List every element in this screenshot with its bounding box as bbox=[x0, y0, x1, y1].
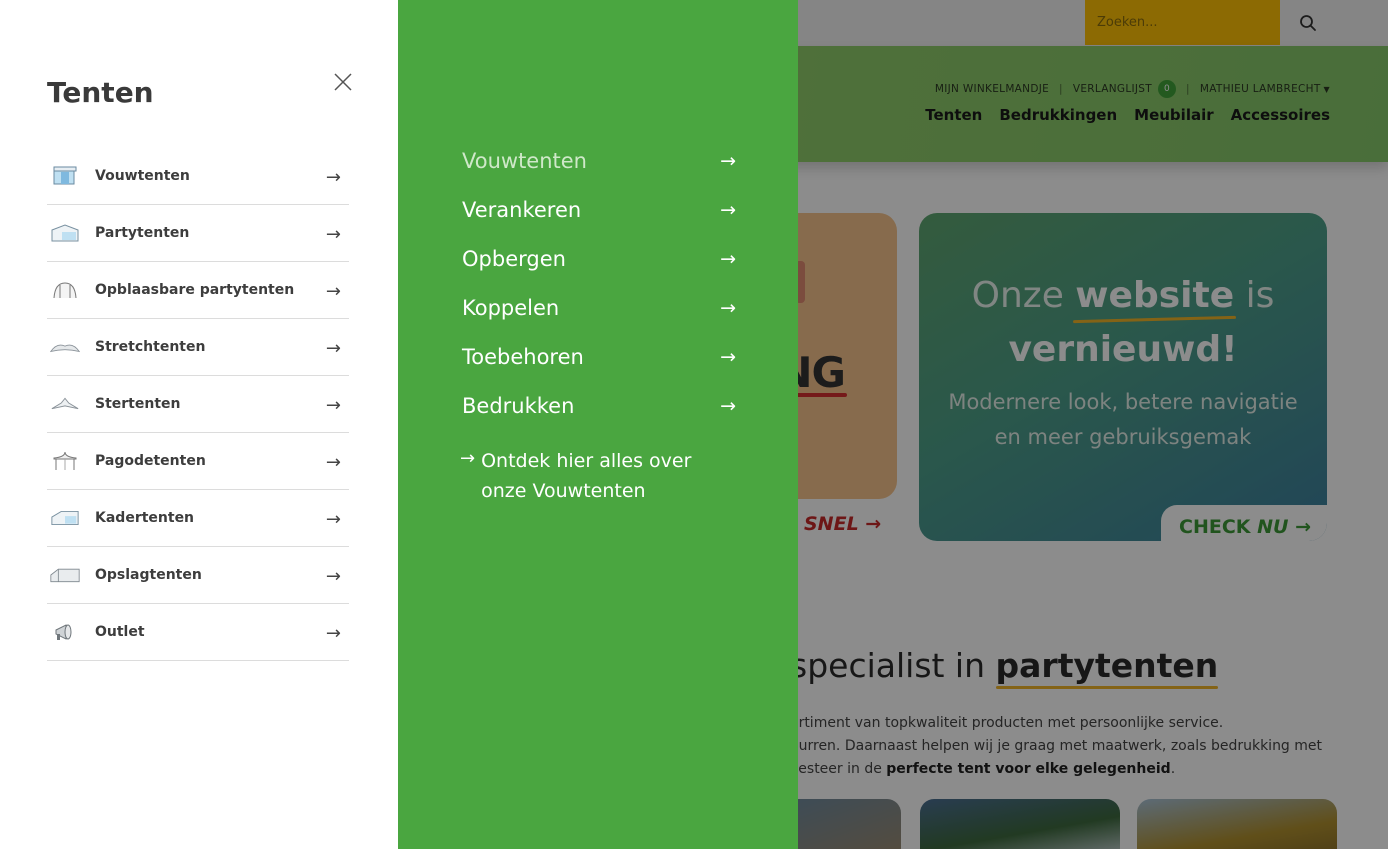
category-list: Vouwtenten → Partytenten → Opblaasbare p… bbox=[47, 148, 349, 661]
submenu-item-opbergen[interactable]: Opbergen → bbox=[462, 234, 736, 283]
close-button[interactable] bbox=[330, 69, 356, 95]
arrow-right-icon: → bbox=[720, 345, 736, 368]
discover-vouwtenten-link[interactable]: → Ontdek hier alles over onze Vouwtenten bbox=[460, 446, 750, 506]
category-menu: Tenten Vouwtenten → Partytenten → Opblaa… bbox=[0, 0, 398, 849]
arrow-right-icon: → bbox=[720, 296, 736, 319]
arrow-right-icon: → bbox=[325, 623, 341, 644]
arrow-right-icon: → bbox=[720, 247, 736, 270]
category-item-vouwtenten[interactable]: Vouwtenten → bbox=[47, 148, 349, 205]
arrow-right-icon: → bbox=[325, 509, 341, 530]
submenu-list: Vouwtenten → Verankeren → Opbergen → Kop… bbox=[462, 136, 736, 430]
submenu-label: Opbergen bbox=[462, 246, 566, 271]
submenu-label: Verankeren bbox=[462, 197, 582, 222]
arrow-right-icon: → bbox=[720, 198, 736, 221]
arrow-right-icon: → bbox=[720, 394, 736, 417]
folding-tent-icon bbox=[50, 164, 80, 188]
menu-title: Tenten bbox=[47, 76, 154, 109]
submenu-item-vouwtenten[interactable]: Vouwtenten → bbox=[462, 136, 736, 185]
category-item-opblaasbare-partytenten[interactable]: Opblaasbare partytenten → bbox=[47, 262, 349, 319]
arrow-right-icon: → bbox=[325, 452, 341, 473]
submenu-item-toebehoren[interactable]: Toebehoren → bbox=[462, 332, 736, 381]
storage-tent-icon bbox=[50, 563, 80, 587]
category-item-stertenten[interactable]: Stertenten → bbox=[47, 376, 349, 433]
megaphone-icon bbox=[50, 620, 80, 644]
submenu-label: Vouwtenten bbox=[462, 148, 587, 173]
arrow-right-icon: → bbox=[325, 338, 341, 359]
submenu-label: Koppelen bbox=[462, 295, 560, 320]
arrow-right-icon: → bbox=[325, 395, 341, 416]
arrow-right-icon: → bbox=[720, 149, 736, 172]
category-label: Kadertenten bbox=[95, 510, 195, 526]
discover-link-label: Ontdek hier alles over onze Vouwtenten bbox=[481, 450, 692, 502]
category-label: Vouwtenten bbox=[95, 168, 190, 184]
submenu-item-verankeren[interactable]: Verankeren → bbox=[462, 185, 736, 234]
category-label: Outlet bbox=[95, 624, 145, 640]
category-item-pagodetenten[interactable]: Pagodetenten → bbox=[47, 433, 349, 490]
category-item-outlet[interactable]: Outlet → bbox=[47, 604, 349, 661]
submenu-item-bedrukken[interactable]: Bedrukken → bbox=[462, 381, 736, 430]
submenu-item-koppelen[interactable]: Koppelen → bbox=[462, 283, 736, 332]
category-label: Stretchtenten bbox=[95, 339, 206, 355]
frame-tent-icon bbox=[50, 506, 80, 530]
arrow-right-icon: → bbox=[325, 281, 341, 302]
party-tent-icon bbox=[50, 221, 80, 245]
submenu-label: Toebehoren bbox=[462, 344, 584, 369]
category-item-kadertenten[interactable]: Kadertenten → bbox=[47, 490, 349, 547]
category-label: Stertenten bbox=[95, 396, 181, 412]
category-item-stretchtenten[interactable]: Stretchtenten → bbox=[47, 319, 349, 376]
submenu-label: Bedrukken bbox=[462, 393, 575, 418]
arrow-right-icon: → bbox=[325, 224, 341, 245]
arrow-right-icon: → bbox=[325, 566, 341, 587]
pagoda-tent-icon bbox=[50, 449, 80, 473]
category-label: Partytenten bbox=[95, 225, 190, 241]
stretch-tent-icon bbox=[50, 335, 80, 359]
category-label: Opblaasbare partytenten bbox=[95, 282, 295, 298]
inflatable-tent-icon bbox=[50, 278, 80, 302]
category-label: Opslagtenten bbox=[95, 567, 202, 583]
category-item-opslagtenten[interactable]: Opslagtenten → bbox=[47, 547, 349, 604]
arrow-right-icon: → bbox=[325, 167, 341, 188]
submenu-panel: Vouwtenten → Verankeren → Opbergen → Kop… bbox=[398, 0, 798, 849]
category-item-partytenten[interactable]: Partytenten → bbox=[47, 205, 349, 262]
category-label: Pagodetenten bbox=[95, 453, 206, 469]
arrow-right-icon: → bbox=[460, 448, 476, 469]
close-icon bbox=[334, 73, 352, 91]
star-tent-icon bbox=[50, 392, 80, 416]
